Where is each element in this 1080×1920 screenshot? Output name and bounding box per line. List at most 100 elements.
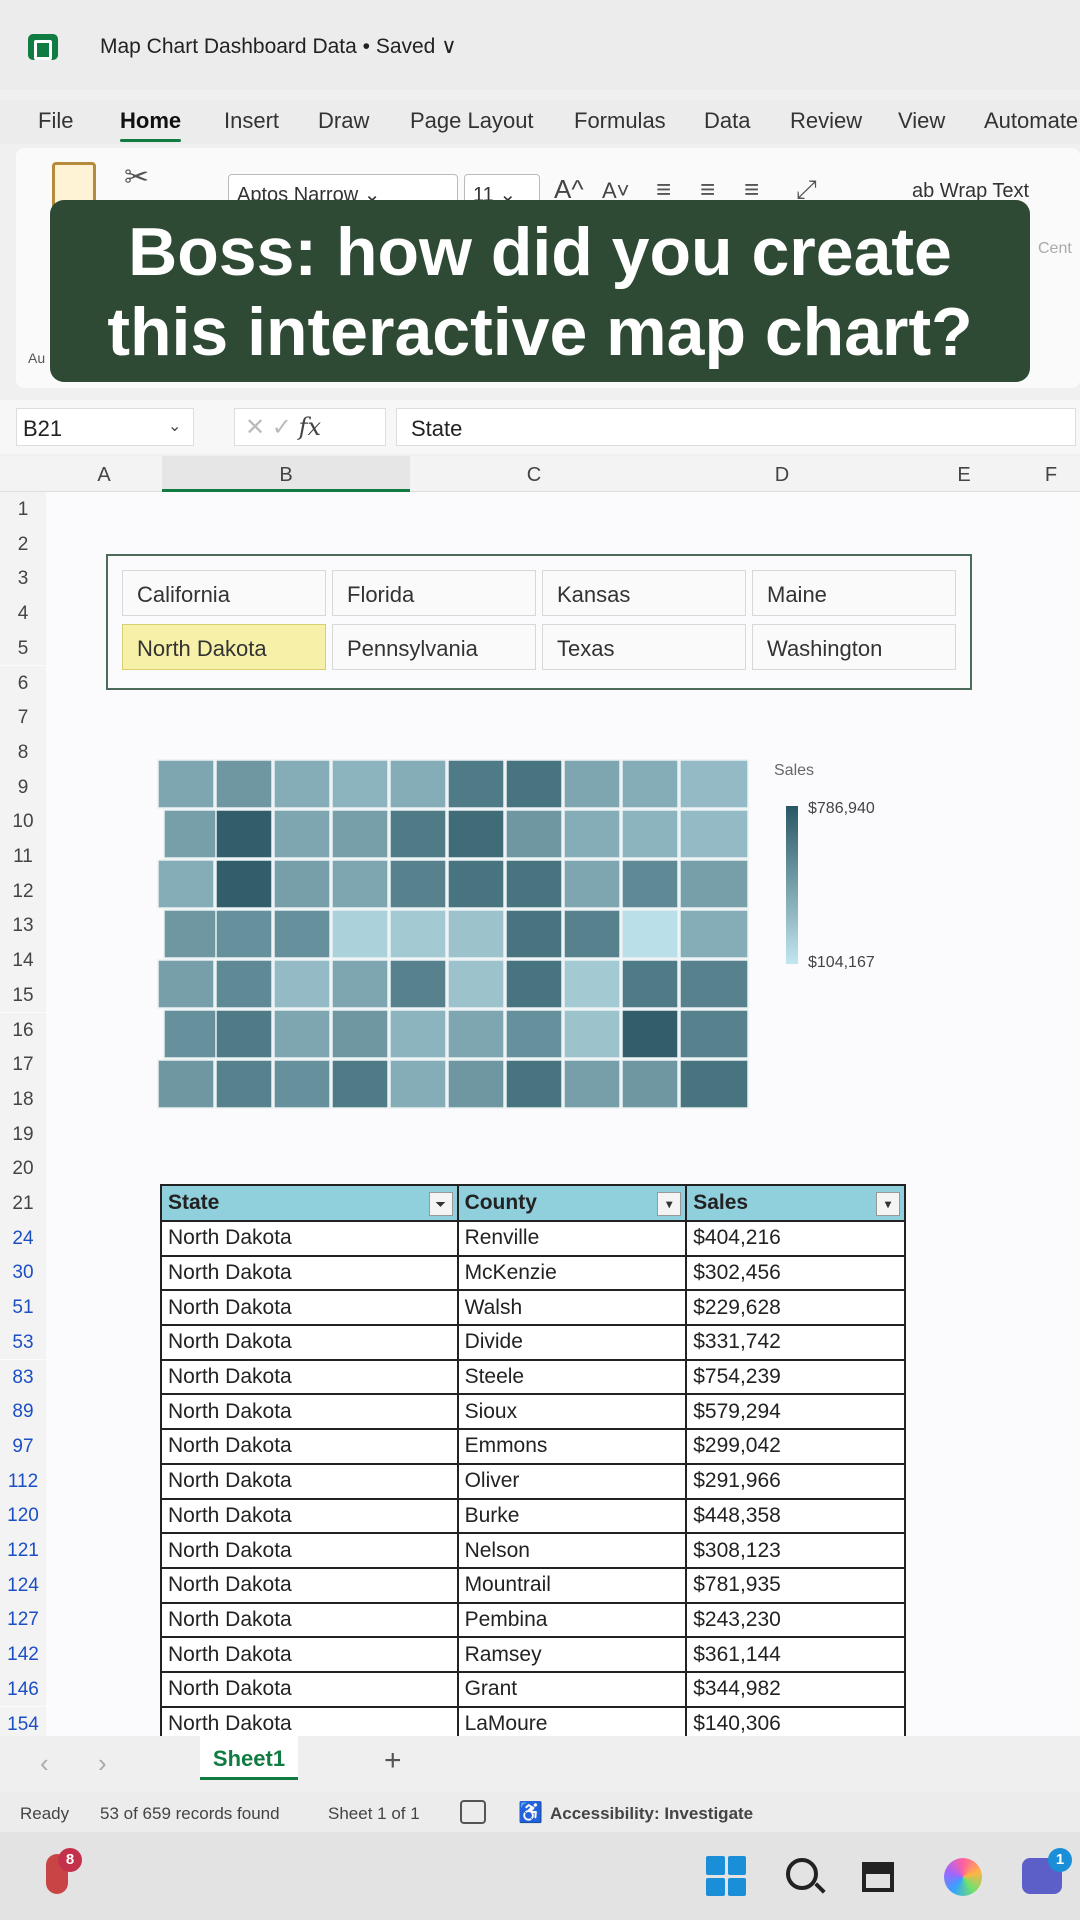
county-region[interactable] [505, 959, 563, 1009]
sales-cell[interactable]: $404,216 [685, 1220, 906, 1257]
state-cell[interactable]: North Dakota [160, 1393, 459, 1431]
county-cell[interactable]: Grant [456, 1670, 688, 1708]
north-dakota-county-map[interactable] [154, 752, 754, 1122]
row-header[interactable]: 51 [0, 1290, 46, 1325]
accessibility-icon[interactable]: ♿ [518, 1800, 543, 1825]
state-cell[interactable]: North Dakota [160, 1462, 459, 1500]
select-all-corner[interactable] [0, 456, 46, 492]
slicer-item-maine[interactable]: Maine [752, 570, 956, 616]
cancel-icon[interactable]: ✕ [245, 414, 265, 441]
county-region[interactable] [563, 809, 621, 859]
row-header[interactable]: 53 [0, 1324, 46, 1360]
county-region[interactable] [157, 859, 215, 909]
county-region[interactable] [621, 1059, 679, 1109]
county-cell[interactable]: Emmons [456, 1428, 688, 1465]
filter-applied-icon[interactable]: ⏷ [428, 1192, 453, 1216]
formula-input[interactable]: State [396, 408, 1076, 446]
county-region[interactable] [505, 859, 563, 909]
county-cell[interactable]: Renville [456, 1220, 688, 1257]
row-header[interactable]: 21 [0, 1186, 46, 1221]
county-cell[interactable]: Burke [456, 1497, 688, 1535]
county-region[interactable] [273, 1059, 331, 1109]
sales-cell[interactable]: $291,966 [685, 1462, 906, 1500]
document-title[interactable]: Map Chart Dashboard Data • Saved ∨ [100, 34, 457, 59]
state-cell[interactable]: North Dakota [160, 1289, 459, 1327]
county-region[interactable] [621, 759, 679, 809]
row-header[interactable]: 124 [0, 1567, 46, 1603]
sales-cell[interactable]: $243,230 [685, 1601, 906, 1639]
row-header[interactable]: 10 [0, 804, 46, 839]
row-header[interactable]: 121 [0, 1533, 46, 1568]
county-region[interactable] [505, 1059, 563, 1109]
county-region[interactable] [505, 909, 563, 959]
slicer-item-florida[interactable]: Florida [332, 570, 536, 616]
row-header[interactable]: 8 [0, 734, 46, 770]
county-region[interactable] [447, 859, 505, 909]
county-region[interactable] [505, 1009, 563, 1059]
row-header[interactable]: 5 [0, 630, 46, 666]
state-cell[interactable]: North Dakota [160, 1670, 459, 1708]
sales-cell[interactable]: $448,358 [685, 1497, 906, 1535]
county-region[interactable] [447, 1009, 505, 1059]
row-header[interactable]: 18 [0, 1081, 46, 1117]
county-region[interactable] [621, 859, 679, 909]
sales-cell[interactable]: $344,982 [685, 1670, 906, 1708]
county-region[interactable] [331, 759, 389, 809]
county-region[interactable] [679, 959, 749, 1009]
county-region[interactable] [389, 809, 447, 859]
row-header[interactable]: 1 [0, 492, 46, 527]
excel-app-icon[interactable] [28, 34, 58, 60]
county-region[interactable] [447, 809, 505, 859]
tab-file[interactable]: File [38, 108, 73, 134]
state-cell[interactable]: North Dakota [160, 1358, 459, 1396]
county-region[interactable] [621, 809, 679, 859]
county-region[interactable] [215, 959, 273, 1009]
row-header[interactable]: 3 [0, 561, 46, 597]
chevron-left-icon[interactable]: ‹ [40, 1748, 49, 1779]
slicer-item-washington[interactable]: Washington [752, 624, 956, 670]
county-region[interactable] [621, 959, 679, 1009]
state-cell[interactable]: North Dakota [160, 1532, 459, 1569]
county-region[interactable] [215, 1009, 273, 1059]
county-region[interactable] [505, 759, 563, 809]
sheet-tab-sheet1[interactable]: Sheet1 [200, 1736, 298, 1780]
county-region[interactable] [215, 1059, 273, 1109]
state-cell[interactable]: North Dakota [160, 1636, 459, 1673]
row-header[interactable]: 15 [0, 977, 46, 1013]
cut-icon[interactable]: ✂ [124, 160, 149, 195]
county-region[interactable] [331, 809, 389, 859]
county-region[interactable] [679, 759, 749, 809]
county-cell[interactable]: Ramsey [456, 1636, 688, 1673]
tab-view[interactable]: View [898, 108, 945, 134]
row-header[interactable]: 154 [0, 1706, 46, 1736]
county-region[interactable] [563, 759, 621, 809]
row-header[interactable]: 97 [0, 1428, 46, 1464]
state-cell[interactable]: North Dakota [160, 1254, 459, 1292]
merge-center-label[interactable]: Cent [1038, 240, 1072, 258]
row-header[interactable]: 13 [0, 908, 46, 944]
column-header-c[interactable]: C [410, 456, 658, 492]
county-region[interactable] [157, 959, 215, 1009]
workbook-statistics-icon[interactable] [460, 1800, 486, 1824]
row-header[interactable]: 89 [0, 1394, 46, 1429]
sales-cell[interactable]: $361,144 [685, 1636, 906, 1673]
county-cell[interactable]: Pembina [456, 1601, 688, 1639]
county-region[interactable] [389, 859, 447, 909]
county-region[interactable] [621, 909, 679, 959]
row-header[interactable]: 17 [0, 1047, 46, 1082]
column-header-f[interactable]: F [1022, 456, 1080, 492]
county-cell[interactable]: Oliver [456, 1462, 688, 1500]
insert-function-icon[interactable]: fx [299, 413, 321, 441]
row-header[interactable]: 9 [0, 769, 46, 805]
county-cell[interactable]: Walsh [456, 1289, 688, 1327]
state-cell[interactable]: North Dakota [160, 1497, 459, 1535]
chevron-down-icon[interactable]: ⌄ [168, 416, 181, 436]
county-region[interactable] [163, 1009, 221, 1059]
status-accessibility[interactable]: Accessibility: Investigate [550, 1804, 753, 1824]
state-cell[interactable]: North Dakota [160, 1705, 459, 1736]
column-header-d[interactable]: D [658, 456, 906, 492]
sales-cell[interactable]: $331,742 [685, 1324, 906, 1361]
worksheet[interactable]: A B C D E F 1 2 3 4 5 6 7 8 9 10 11 12 13 14 15 16 17 18 1… [0, 456, 1080, 1736]
slicer-item-kansas[interactable]: Kansas [542, 570, 746, 616]
row-header[interactable]: 2 [0, 526, 46, 562]
